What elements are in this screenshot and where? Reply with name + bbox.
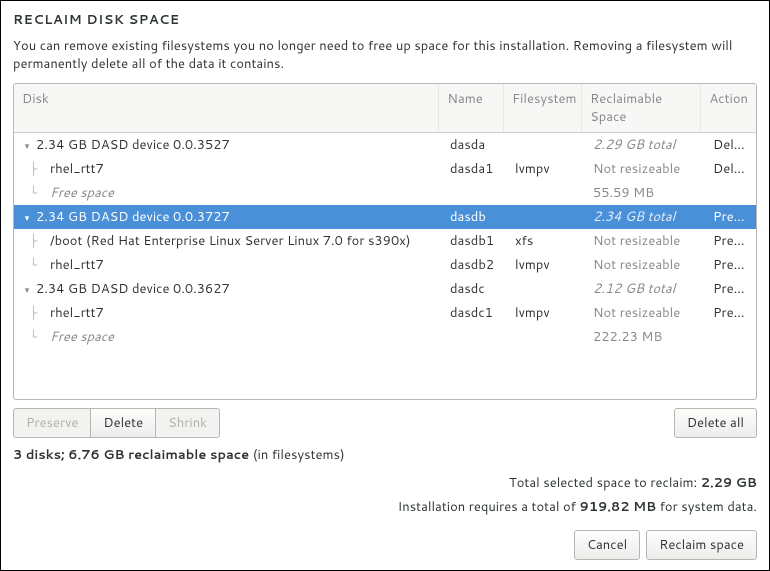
col-header-action[interactable]: Action <box>701 84 756 132</box>
disk-label: 2.34 GB DASD device 0.0.3727 <box>36 208 230 226</box>
tree-branch-icon: └ <box>30 186 44 200</box>
cell-reclaimable: Not resizeable <box>585 158 705 180</box>
expander-icon[interactable]: ▾ <box>22 283 32 296</box>
table-row[interactable]: └ rhel_rtt7 dasdb2lvmpvNot resizeablePrese… <box>14 253 756 277</box>
cell-filesystem <box>507 287 585 291</box>
cell-action <box>705 191 756 195</box>
col-header-reclaimable[interactable]: Reclaimable Space <box>582 84 701 132</box>
requires-prefix: Installation requires a total of <box>398 498 580 516</box>
cell-reclaimable: Not resizeable <box>585 230 705 252</box>
table-row[interactable]: ├ rhel_rtt7 dasdc1lvmpvNot resizeablePrese… <box>14 301 756 325</box>
delete-all-button[interactable]: Delete all <box>674 408 757 438</box>
table-row[interactable]: ▾ 2.34 GB DASD device 0.0.3727 dasdb 2.34 G… <box>14 205 756 229</box>
table-row[interactable]: └ Free space 222.23 MB <box>14 325 756 349</box>
cell-name: dasdb2 <box>442 254 507 276</box>
tree-branch-icon: ├ <box>30 306 44 320</box>
cell-name: dasdc <box>442 278 507 300</box>
cell-disk: └ rhel_rtt7 <box>14 254 442 276</box>
disk-label: Free space <box>50 184 114 202</box>
cell-name <box>442 191 507 195</box>
disk-summary: 3 disks; 6.76 GB reclaimable space (in f… <box>13 446 757 464</box>
summary-suffix: (in filesystems) <box>249 446 344 464</box>
cell-reclaimable: 55.59 MB <box>585 182 705 204</box>
disk-label: rhel_rtt7 <box>50 256 104 274</box>
cell-disk: ▾ 2.34 GB DASD device 0.0.3527 <box>14 134 442 156</box>
cell-filesystem: lvmpv <box>507 158 585 180</box>
cell-reclaimable: 2.29 GB total <box>585 134 705 156</box>
cell-disk: ├ /boot (Red Hat Enterprise Linux Server … <box>14 230 442 252</box>
table-row[interactable]: ▾ 2.34 GB DASD device 0.0.3627 dasdc 2.12 G… <box>14 277 756 301</box>
dialog-description: You can remove existing filesystems you … <box>13 37 757 73</box>
cell-name: dasdb <box>442 206 507 228</box>
preserve-button[interactable]: Preserve <box>13 408 91 438</box>
cell-filesystem <box>507 143 585 147</box>
table-row[interactable]: ├ rhel_rtt7 dasda1lvmpvNot resizeableDelet… <box>14 157 756 181</box>
cell-filesystem <box>507 191 585 195</box>
total-selected-label: Total selected space to reclaim: <box>509 474 701 492</box>
col-header-filesystem[interactable]: Filesystem <box>504 84 582 132</box>
total-selected-line: Total selected space to reclaim: 2.29 GB <box>13 474 757 492</box>
cell-action[interactable]: Delete <box>705 158 756 180</box>
cell-action <box>705 335 756 339</box>
tree-branch-icon: ├ <box>30 234 44 248</box>
table-body: ▾ 2.34 GB DASD device 0.0.3527 dasda 2.29 G… <box>14 133 756 399</box>
install-requires-line: Installation requires a total of 919.82 … <box>13 498 757 516</box>
table-header: Disk Name Filesystem Reclaimable Space A… <box>14 84 756 133</box>
tree-branch-icon: ├ <box>30 162 44 176</box>
tree-branch-icon: └ <box>30 330 44 344</box>
cell-reclaimable: 222.23 MB <box>585 326 705 348</box>
cell-disk: ▾ 2.34 GB DASD device 0.0.3627 <box>14 278 442 300</box>
disk-label: Free space <box>50 328 114 346</box>
cell-action[interactable]: Preserve <box>705 206 756 228</box>
disk-label: rhel_rtt7 <box>50 304 104 322</box>
disk-label: rhel_rtt7 <box>50 160 104 178</box>
table-row[interactable]: └ Free space 55.59 MB <box>14 181 756 205</box>
cell-disk: └ Free space <box>14 326 442 348</box>
cell-disk: ├ rhel_rtt7 <box>14 302 442 324</box>
cell-reclaimable: Not resizeable <box>585 302 705 324</box>
cancel-button[interactable]: Cancel <box>574 530 640 560</box>
col-header-name[interactable]: Name <box>439 84 504 132</box>
cell-filesystem: xfs <box>507 230 585 252</box>
cell-action[interactable]: Preserve <box>705 254 756 276</box>
cell-action[interactable]: Delete <box>705 134 756 156</box>
tree-branch-icon: └ <box>30 258 44 272</box>
expander-icon[interactable]: ▾ <box>22 139 32 152</box>
reclaim-space-button[interactable]: Reclaim space <box>646 530 757 560</box>
delete-button[interactable]: Delete <box>90 408 156 438</box>
cell-name: dasda <box>442 134 507 156</box>
cell-filesystem <box>507 215 585 219</box>
cell-disk: ▾ 2.34 GB DASD device 0.0.3727 <box>14 206 442 228</box>
cell-name: dasdb1 <box>442 230 507 252</box>
cell-disk: └ Free space <box>14 182 442 204</box>
disk-label: /boot (Red Hat Enterprise Linux Server L… <box>50 232 411 250</box>
cell-disk: ├ rhel_rtt7 <box>14 158 442 180</box>
summary-bold: 3 disks; 6.76 GB reclaimable space <box>13 446 249 464</box>
action-button-group: Preserve Delete Shrink <box>13 408 220 438</box>
expander-icon[interactable]: ▾ <box>22 211 32 224</box>
requires-suffix: for system data. <box>656 498 757 516</box>
cell-reclaimable: 2.12 GB total <box>585 278 705 300</box>
table-row[interactable]: ▾ 2.34 GB DASD device 0.0.3527 dasda 2.29 G… <box>14 133 756 157</box>
cell-name: dasda1 <box>442 158 507 180</box>
cell-filesystem: lvmpv <box>507 254 585 276</box>
cell-reclaimable: Not resizeable <box>585 254 705 276</box>
disk-label: 2.34 GB DASD device 0.0.3627 <box>36 280 230 298</box>
total-selected-value: 2.29 GB <box>701 474 757 492</box>
dialog-title: RECLAIM DISK SPACE <box>13 11 757 29</box>
cell-action[interactable]: Preserve <box>705 230 756 252</box>
table-row[interactable]: ├ /boot (Red Hat Enterprise Linux Server … <box>14 229 756 253</box>
cell-name <box>442 335 507 339</box>
cell-filesystem <box>507 335 585 339</box>
cell-reclaimable: 2.34 GB total <box>585 206 705 228</box>
shrink-button[interactable]: Shrink <box>155 408 220 438</box>
disk-table: Disk Name Filesystem Reclaimable Space A… <box>13 83 757 400</box>
cell-action[interactable]: Preserve <box>705 302 756 324</box>
cell-name: dasdc1 <box>442 302 507 324</box>
col-header-disk[interactable]: Disk <box>14 84 439 132</box>
cell-filesystem: lvmpv <box>507 302 585 324</box>
disk-label: 2.34 GB DASD device 0.0.3527 <box>36 136 230 154</box>
requires-value: 919.82 MB <box>579 498 656 516</box>
cell-action[interactable]: Preserve <box>705 278 756 300</box>
